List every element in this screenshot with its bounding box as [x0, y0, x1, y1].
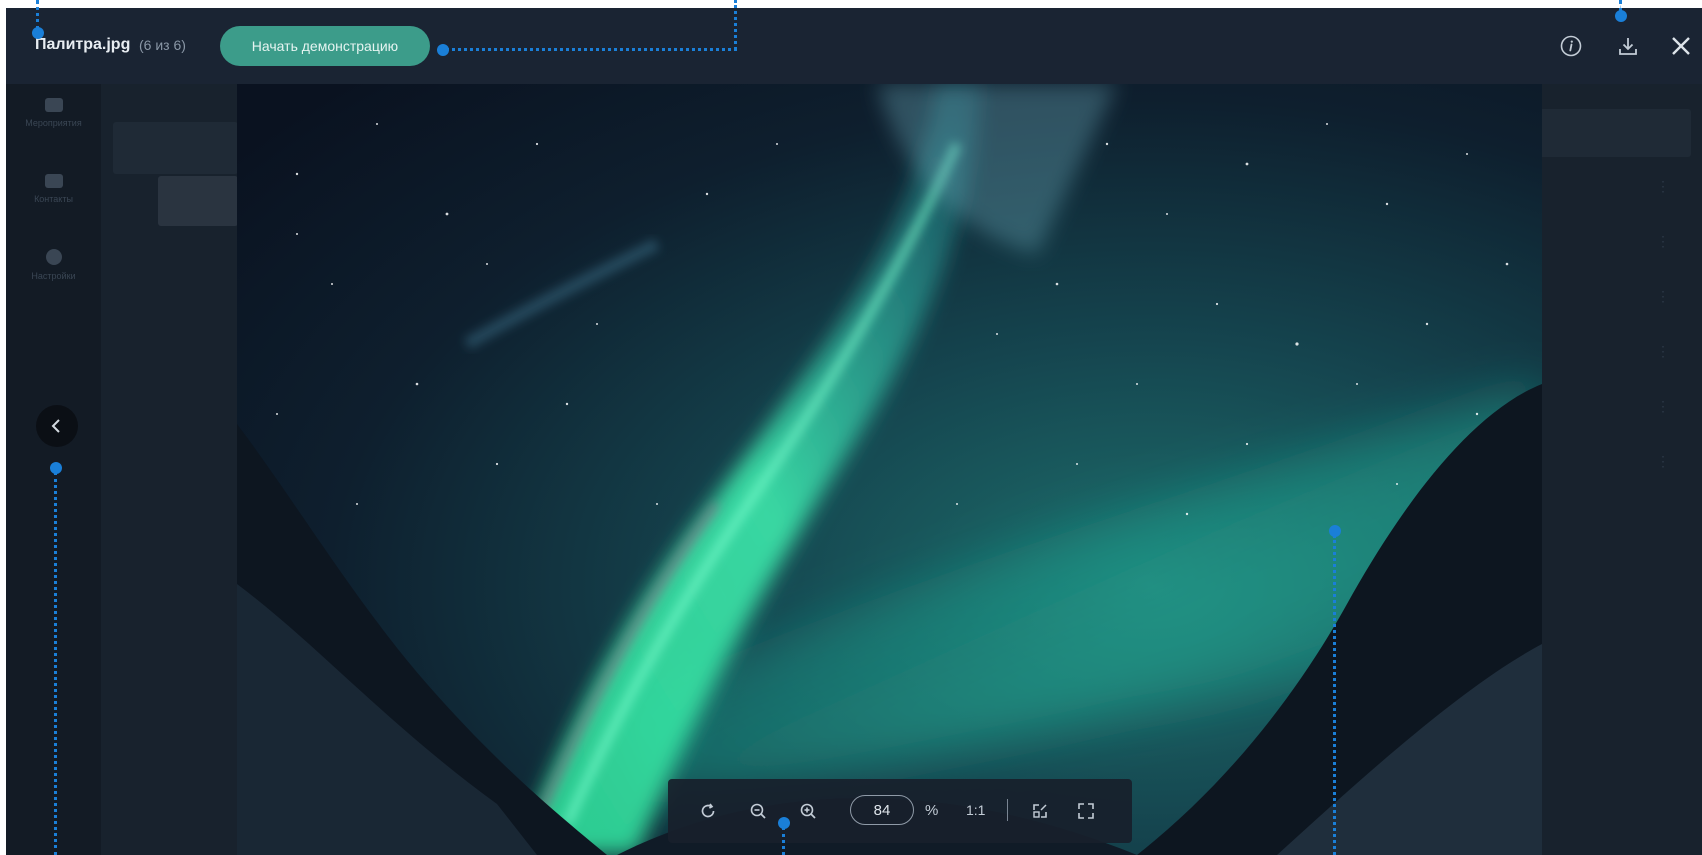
toolbar-divider: [1007, 799, 1008, 821]
annotation-line: [1619, 0, 1622, 12]
download-icon[interactable]: [1612, 30, 1644, 62]
sidebar-item-events: Мероприятия: [6, 98, 101, 128]
annotation-line: [734, 0, 737, 50]
annotation-line: [1333, 535, 1336, 855]
zoom-unit: %: [925, 802, 939, 819]
background-card: [158, 176, 238, 226]
annotation-line: [782, 827, 785, 855]
previous-image-button[interactable]: [36, 405, 78, 447]
sidebar-item-label: Настройки: [31, 271, 76, 281]
sidebar-item-label: Мероприятия: [25, 118, 82, 128]
start-presentation-button[interactable]: Начать демонстрацию: [220, 26, 430, 66]
more-icon: ⋮: [1656, 398, 1670, 414]
annotation-line: [36, 0, 39, 30]
annotation-line: [446, 48, 737, 51]
rotate-icon[interactable]: [694, 797, 722, 825]
more-icon: ⋮: [1656, 178, 1670, 194]
fit-screen-icon[interactable]: [1026, 797, 1054, 825]
sidebar-item-settings: Настройки: [6, 249, 101, 281]
zoom-out-icon[interactable]: [744, 797, 772, 825]
more-icon: ⋮: [1656, 233, 1670, 249]
more-icon: ⋮: [1656, 453, 1670, 469]
aurora-image: % 1:1: [237, 84, 1542, 855]
file-title: Палитра.jpg: [35, 36, 131, 53]
calendar-icon: [44, 98, 63, 112]
info-icon[interactable]: [1555, 30, 1587, 62]
annotation-line: [54, 472, 57, 855]
settings-icon: [45, 249, 62, 265]
more-icon: ⋮: [1656, 343, 1670, 359]
viewer-header: Палитра.jpg (6 из 6) Начать демонстрацию: [6, 8, 1702, 84]
zoom-level-input[interactable]: [850, 795, 914, 825]
actual-size-button[interactable]: 1:1: [966, 802, 985, 818]
background-card: [113, 122, 238, 174]
aurora-photo: [237, 84, 1542, 855]
close-icon[interactable]: [1665, 30, 1697, 62]
file-counter: (6 из 6): [139, 37, 186, 53]
sidebar-item-contacts: Контакты: [6, 174, 101, 204]
zoom-toolbar: % 1:1: [668, 779, 1132, 843]
chevron-left-icon: [51, 419, 60, 433]
image-viewer-window: Мероприятия Контакты Настройки ⋮ ⋮ ⋮ ⋮ ⋮…: [6, 8, 1702, 855]
zoom-in-icon[interactable]: [794, 797, 822, 825]
contacts-icon: [44, 174, 63, 188]
fullscreen-icon[interactable]: [1072, 797, 1100, 825]
more-icon: ⋮: [1656, 288, 1670, 304]
sidebar-item-label: Контакты: [34, 194, 73, 204]
